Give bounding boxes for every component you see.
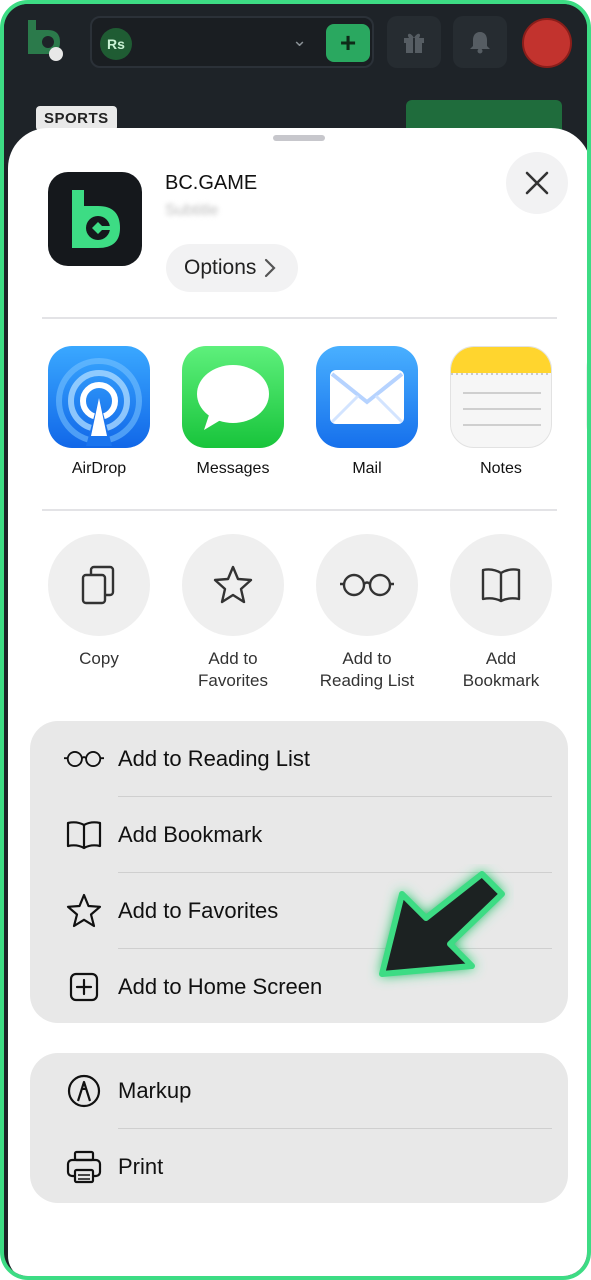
star-icon [64, 873, 104, 949]
book-icon [450, 534, 552, 636]
action-label: Add [485, 649, 517, 668]
mail-icon [316, 346, 418, 448]
action-label: Add to [342, 649, 392, 668]
notes-icon [450, 346, 552, 448]
list-item-label: Add to Favorites [118, 898, 279, 923]
screen-frame: Rs ⌄ + SPORTS BC.GAME Subtitle Options A… [0, 0, 591, 1280]
bcgame-logo-icon [28, 20, 63, 61]
book-icon [64, 797, 104, 873]
bcgame-app-icon [72, 190, 120, 248]
action-label: Add to [208, 649, 258, 668]
printer-icon [64, 1129, 104, 1203]
action-copy[interactable]: Copy [47, 534, 151, 670]
action-add-to-favorites[interactable]: Add to Favorites [181, 534, 285, 692]
share-target-messages[interactable]: Messages [181, 346, 285, 478]
close-icon [525, 171, 549, 195]
options-label: Options [184, 256, 257, 279]
divider [42, 509, 557, 511]
chevron-down-icon: ⌄ [292, 30, 308, 50]
glasses-icon [64, 721, 104, 797]
copy-icon [48, 534, 150, 636]
airdrop-icon [48, 346, 150, 448]
list-item-label: Markup [118, 1078, 192, 1103]
action-label: Reading List [319, 671, 415, 690]
share-target-label: Mail [352, 460, 382, 477]
bell-icon [470, 32, 490, 54]
app-subtitle: Subtitle [165, 202, 219, 219]
action-add-to-reading-list[interactable]: Add to Reading List [315, 534, 419, 692]
action-label: Copy [79, 649, 119, 668]
markup-icon [64, 1053, 104, 1129]
share-target-notes[interactable]: Notes [449, 346, 553, 478]
sheet-grabber[interactable] [273, 135, 325, 141]
list-item-label: Print [118, 1154, 164, 1179]
plus-square-icon [64, 949, 104, 1023]
options-button[interactable]: Options [166, 244, 298, 292]
action-add-bookmark[interactable]: Add Bookmark [449, 534, 553, 692]
action-label: Favorites [198, 671, 268, 690]
actions-list-secondary: Markup Print [30, 1053, 568, 1203]
share-target-mail[interactable]: Mail [315, 346, 419, 478]
list-item-add-to-reading-list[interactable]: Add to Reading List [30, 721, 568, 797]
currency-badge: Rs [100, 28, 132, 60]
share-sheet: BC.GAME Subtitle Options AirDrop Message… [8, 128, 587, 1276]
chevron-right-icon [265, 258, 276, 278]
avatar[interactable] [522, 18, 572, 68]
gift-button[interactable] [387, 16, 441, 68]
share-target-more[interactable] [586, 350, 587, 442]
app-icon [48, 172, 142, 266]
star-icon [182, 534, 284, 636]
action-label: Bookmark [462, 671, 540, 690]
close-button[interactable] [506, 152, 568, 214]
share-target-label: Notes [480, 460, 522, 477]
notifications-button[interactable] [453, 16, 507, 68]
glasses-icon [316, 534, 418, 636]
share-target-airdrop[interactable]: AirDrop [47, 346, 151, 478]
balance-selector[interactable]: Rs ⌄ + [90, 16, 374, 68]
list-item-label: Add to Reading List [118, 746, 311, 771]
share-target-label: Messages [196, 460, 270, 477]
divider [42, 317, 557, 319]
messages-icon [182, 346, 284, 448]
pointer-arrow-icon [379, 871, 505, 977]
list-item-label: Add to Home Screen [118, 974, 323, 999]
list-item-add-bookmark[interactable]: Add Bookmark [30, 797, 568, 873]
app-title: BC.GAME [165, 172, 258, 194]
list-item-print[interactable]: Print [30, 1129, 568, 1203]
list-item-label: Add Bookmark [118, 822, 263, 847]
list-item-markup[interactable]: Markup [30, 1053, 568, 1129]
share-target-label: AirDrop [71, 460, 127, 477]
deposit-button[interactable]: + [326, 24, 370, 62]
gift-icon [404, 33, 424, 53]
